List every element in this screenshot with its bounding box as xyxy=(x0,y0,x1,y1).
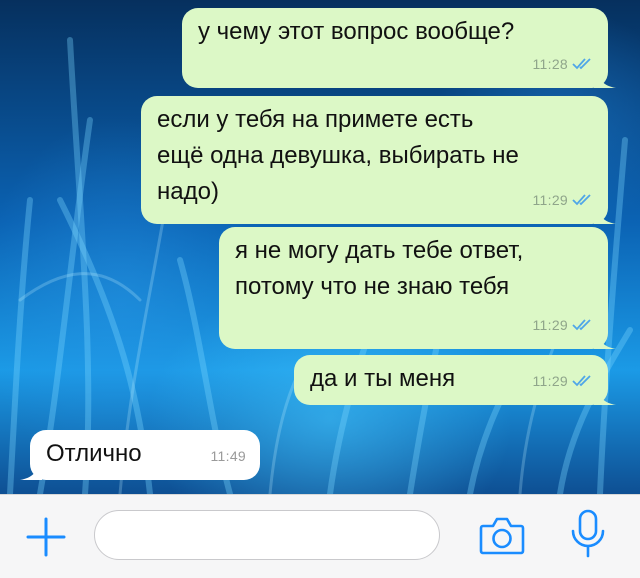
message-time: 11:29 xyxy=(532,192,568,208)
message-bubble-outgoing[interactable]: если у тебя на примете есть ещё одна дев… xyxy=(141,96,616,224)
double-check-icon xyxy=(572,194,591,206)
double-check-icon xyxy=(572,375,591,387)
message-time: 11:29 xyxy=(532,373,568,389)
message-meta: 11:29 xyxy=(533,182,595,218)
message-time: 11:49 xyxy=(210,448,246,464)
message-text: я не могу дать тебе ответ, потому что не… xyxy=(235,237,524,300)
bubble-tail xyxy=(594,327,616,349)
message-meta: 11:29 xyxy=(533,307,595,343)
message-bubble-outgoing[interactable]: да и ты меня 11:29 xyxy=(294,355,616,405)
camera-icon[interactable] xyxy=(479,515,525,555)
message-bubble-outgoing[interactable]: я не могу дать тебе ответ, потому что не… xyxy=(219,227,616,349)
message-meta: 11:29 xyxy=(533,363,595,399)
message-text: если у тебя на примете есть ещё одна дев… xyxy=(157,106,519,205)
message-text: у чему этот вопрос вообще? xyxy=(198,18,515,45)
plus-icon[interactable] xyxy=(26,517,66,557)
message-bubble-outgoing[interactable]: у чему этот вопрос вообще? 11:28 xyxy=(182,8,616,88)
bubble-tail xyxy=(20,458,42,480)
message-meta: 11:49 xyxy=(211,438,247,474)
message-meta: 11:28 xyxy=(533,46,595,82)
bubble-tail xyxy=(594,383,616,405)
message-input[interactable] xyxy=(94,510,440,560)
message-time: 11:29 xyxy=(532,317,568,333)
bubble-tail xyxy=(594,66,616,88)
double-check-icon xyxy=(572,319,591,331)
microphone-icon[interactable] xyxy=(569,509,607,559)
message-input-bar xyxy=(0,494,640,578)
message-time: 11:28 xyxy=(532,56,568,72)
double-check-icon xyxy=(572,58,591,70)
message-bubble-incoming[interactable]: Отлично 11:49 xyxy=(20,430,260,480)
bubble-tail xyxy=(594,202,616,224)
